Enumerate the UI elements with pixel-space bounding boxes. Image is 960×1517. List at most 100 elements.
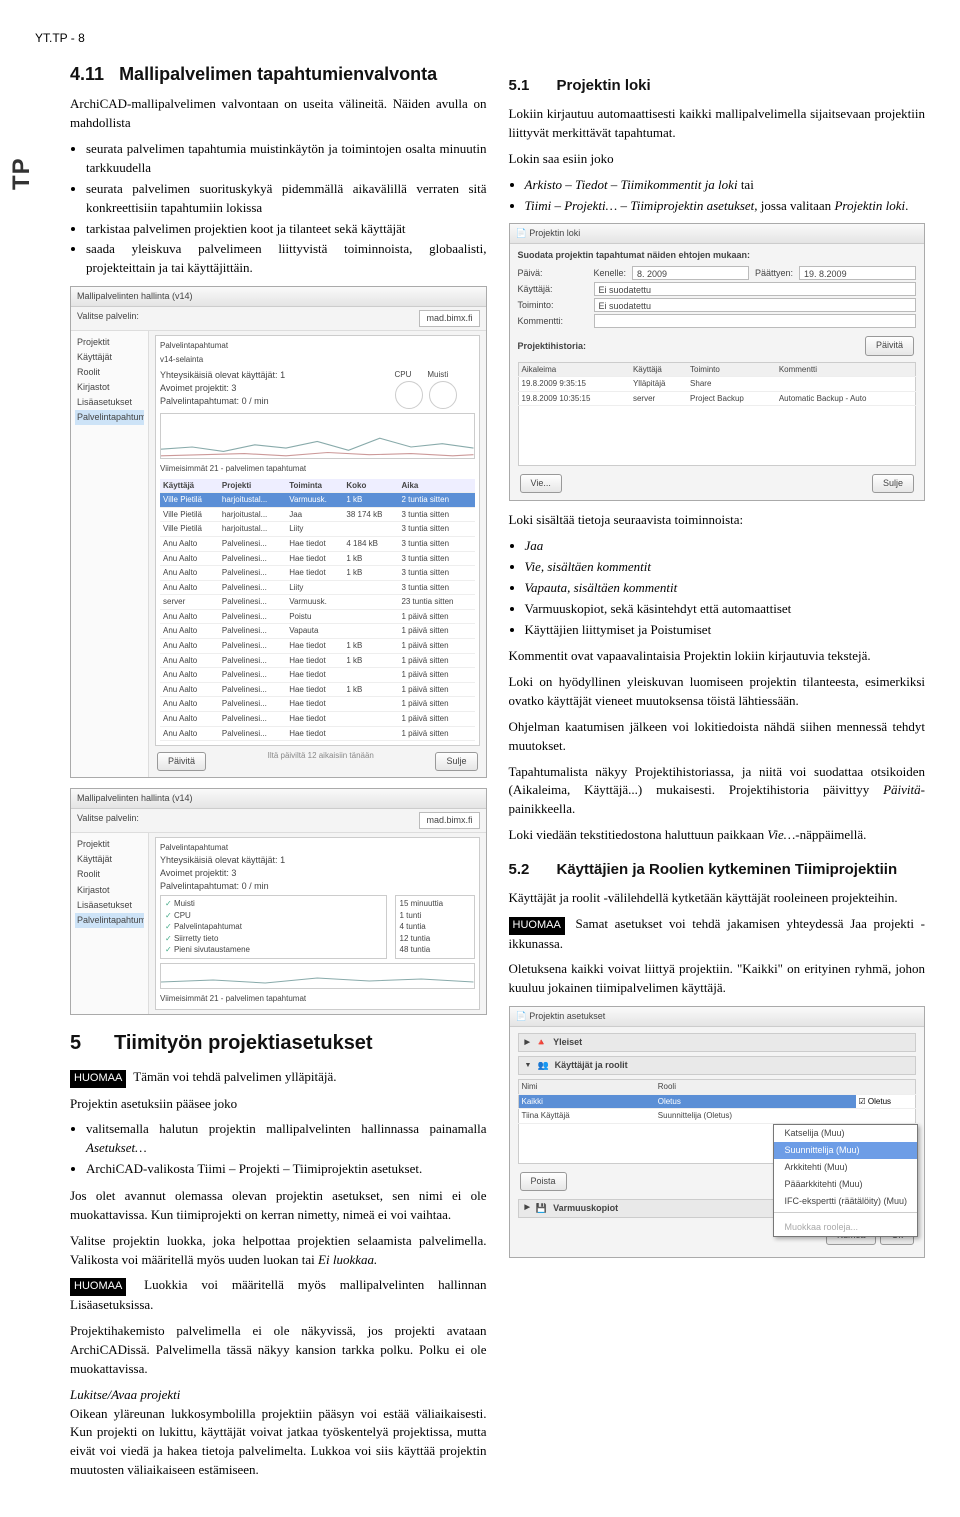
table-row[interactable]: KaikkiOletus ☑ Oletus [518, 1094, 916, 1109]
table-row[interactable]: 19.8.2009 9:35:15YlläpitäjäShare [518, 377, 916, 392]
date-field[interactable]: 8. 2009 [632, 266, 749, 280]
legend-item[interactable]: Palvelintapahtumat [163, 921, 384, 933]
intro-bullet-list: seurata palvelimen tapahtumia muistinkäy… [70, 140, 487, 278]
paragraph: Tapahtumalista näkyy Projektihistoriassa… [509, 763, 926, 820]
paragraph: Lokin saa esiin joko [509, 150, 926, 169]
col-header[interactable]: Aikaleima [518, 362, 630, 377]
legend-item[interactable]: Siirretty tieto [163, 933, 384, 945]
action-filter[interactable]: Ei suodatettu [594, 298, 917, 312]
paragraph: Jos olet avannut olemassa olevan projekt… [70, 1187, 487, 1225]
col-header[interactable]: Käyttäjä [630, 362, 687, 377]
legend-item[interactable]: Pieni sivutaustamene [163, 944, 384, 956]
table-row[interactable]: Anu AaltoPalvelinesi...Vapauta1 päivä si… [160, 624, 475, 639]
table-row[interactable]: Anu AaltoPalvelinesi...Hae tiedot1 kB3 t… [160, 566, 475, 581]
heading-text: Tiimityön projektiasetukset [114, 1029, 373, 1058]
section-header[interactable]: Käyttäjät ja roolit [555, 1059, 628, 1072]
col-header[interactable]: Aika [398, 479, 474, 493]
user-filter[interactable]: Ei suodatettu [594, 282, 917, 296]
table-row[interactable]: Anu AaltoPalvelinesi...Hae tiedot1 kB1 p… [160, 639, 475, 654]
section-header[interactable]: Varmuuskopiot [553, 1202, 618, 1215]
sidebar-item[interactable]: Kirjastot [75, 883, 144, 898]
col-header[interactable]: Toiminto [687, 362, 776, 377]
time-option[interactable]: 48 tuntia [398, 944, 472, 956]
table-row[interactable]: Tiina KäyttäjäSuunnittelija (Oletus) [518, 1109, 916, 1124]
sidebar-item[interactable]: Lisäasetukset [75, 898, 144, 913]
table-row[interactable]: Anu AaltoPalvelinesi...Poistu1 päivä sit… [160, 609, 475, 624]
tab-label[interactable]: Palvelintapahtumat [160, 842, 475, 854]
col-header[interactable]: Projekti [219, 479, 286, 493]
col-header[interactable]: Koko [343, 479, 398, 493]
table-row[interactable]: Anu AaltoPalvelinesi...Hae tiedot1 päivä… [160, 668, 475, 683]
sidebar-item[interactable]: Projektit [75, 335, 144, 350]
side-tab-tp: TP [5, 157, 40, 190]
table-row[interactable]: Anu AaltoPalvelinesi...Hae tiedot1 päivä… [160, 726, 475, 741]
refresh-button[interactable]: Päivitä [865, 336, 914, 355]
col-header[interactable]: Käyttäjä [160, 479, 219, 493]
col-header[interactable]: Kommentti [776, 362, 916, 377]
paragraph: Valitse projektin luokka, joka helpottaa… [70, 1232, 487, 1270]
stat-value: 1 [280, 855, 285, 865]
note: HUOMAA Tämän voi tehdä palvelimen ylläpi… [70, 1068, 487, 1088]
col-header[interactable]: Nimi [518, 1080, 655, 1095]
menu-item[interactable]: Pääarkkitehti (Muu) [774, 1176, 917, 1193]
table-row[interactable]: 19.8.2009 10:35:15serverProject BackupAu… [518, 391, 916, 406]
col-header[interactable]: Toiminta [286, 479, 343, 493]
col-header[interactable]: Rooli [655, 1080, 856, 1095]
list-item: tarkistaa palvelimen projektien koot ja … [86, 220, 487, 239]
delete-button[interactable]: Poista [520, 1172, 567, 1191]
sidebar-item-selected[interactable]: Palvelintapahtumat [75, 913, 144, 928]
table-row[interactable]: Ville Pietiläharjoitustal...Liity3 tunti… [160, 522, 475, 537]
group-name: v14-selainta [160, 354, 475, 366]
legend-item[interactable]: Muisti [163, 898, 384, 910]
sidebar-item[interactable]: Kirjastot [75, 380, 144, 395]
refresh-button[interactable]: Päivitä [157, 752, 206, 771]
sidebar-item[interactable]: Roolit [75, 365, 144, 380]
window-title: Mallipalvelinten hallinta (v14) [71, 287, 486, 307]
table-row[interactable]: Anu AaltoPalvelinesi...Hae tiedot1 kB3 t… [160, 551, 475, 566]
menu-item[interactable]: Katselija (Muu) [774, 1125, 917, 1142]
sidebar-item[interactable]: Käyttäjät [75, 350, 144, 365]
table-row[interactable]: Anu AaltoPalvelinesi...Hae tiedot1 päivä… [160, 697, 475, 712]
time-option[interactable]: 4 tuntia [398, 921, 472, 933]
menu-item[interactable]: Suunnittelija (Muu) [774, 1142, 917, 1159]
table-row[interactable]: Anu AaltoPalvelinesi...Hae tiedot1 kB1 p… [160, 682, 475, 697]
window-title: 📄 Projektin asetukset [510, 1007, 925, 1027]
screenshot-server-monitor: Mallipalvelinten hallinta (v14) Valitse … [70, 286, 487, 778]
table-row[interactable]: Anu AaltoPalvelinesi...Liity3 tuntia sit… [160, 580, 475, 595]
sidebar-item[interactable]: Roolit [75, 867, 144, 882]
table-row[interactable]: Ville Pietiläharjoitustal...Varmuusk.1 k… [160, 493, 475, 508]
sidebar-item-selected[interactable]: Palvelintapahtumat [75, 410, 144, 425]
time-option[interactable]: 15 minuuttia [398, 898, 472, 910]
tab-label[interactable]: Palvelintapahtumat [160, 340, 475, 352]
paragraph: Oletuksena kaikki voivat liittyä projekt… [509, 960, 926, 998]
table-row[interactable]: Anu AaltoPalvelinesi...Hae tiedot1 kB1 p… [160, 653, 475, 668]
time-option[interactable]: 12 tuntia [398, 933, 472, 945]
history-label: Projektihistoria: [518, 340, 587, 353]
close-button[interactable]: Sulje [435, 752, 477, 771]
sidebar-item[interactable]: Käyttäjät [75, 852, 144, 867]
export-button[interactable]: Vie... [520, 474, 562, 493]
sidebar-item[interactable]: Lisäasetukset [75, 395, 144, 410]
menu-item[interactable]: IFC-ekspertti (räätälöity) (Muu) [774, 1193, 917, 1210]
table-row[interactable]: Anu AaltoPalvelinesi...Hae tiedot4 184 k… [160, 536, 475, 551]
list-item: saada yleiskuva palvelimeen liittyvistä … [86, 240, 487, 278]
table-row[interactable]: Ville Pietiläharjoitustal...Jaa38 174 kB… [160, 507, 475, 522]
close-button[interactable]: Sulje [872, 474, 914, 493]
table-row[interactable]: serverPalvelinesi...Varmuusk.23 tuntia s… [160, 595, 475, 610]
stat-value: 1 [280, 370, 285, 380]
stat-value: 3 [231, 383, 236, 393]
server-select[interactable]: mad.bimx.fi [419, 310, 479, 327]
time-option[interactable]: 1 tunti [398, 910, 472, 922]
list-item: Jaa [525, 537, 926, 556]
list-item: Arkisto – Tiedot – Tiimikommentit ja lok… [525, 176, 926, 195]
date-field[interactable]: 19. 8.2009 [799, 266, 916, 280]
paragraph: Loki on hyödyllinen yleiskuvan luomiseen… [509, 673, 926, 711]
list-item: valitsemalla halutun projektin mallipalv… [86, 1120, 487, 1158]
section-header[interactable]: Yleiset [553, 1036, 582, 1049]
server-select[interactable]: mad.bimx.fi [419, 812, 479, 829]
table-row[interactable]: Anu AaltoPalvelinesi...Hae tiedot1 päivä… [160, 712, 475, 727]
legend-item[interactable]: CPU [163, 910, 384, 922]
sidebar-item[interactable]: Projektit [75, 837, 144, 852]
comment-field[interactable] [594, 314, 917, 328]
menu-item[interactable]: Arkkitehti (Muu) [774, 1159, 917, 1176]
